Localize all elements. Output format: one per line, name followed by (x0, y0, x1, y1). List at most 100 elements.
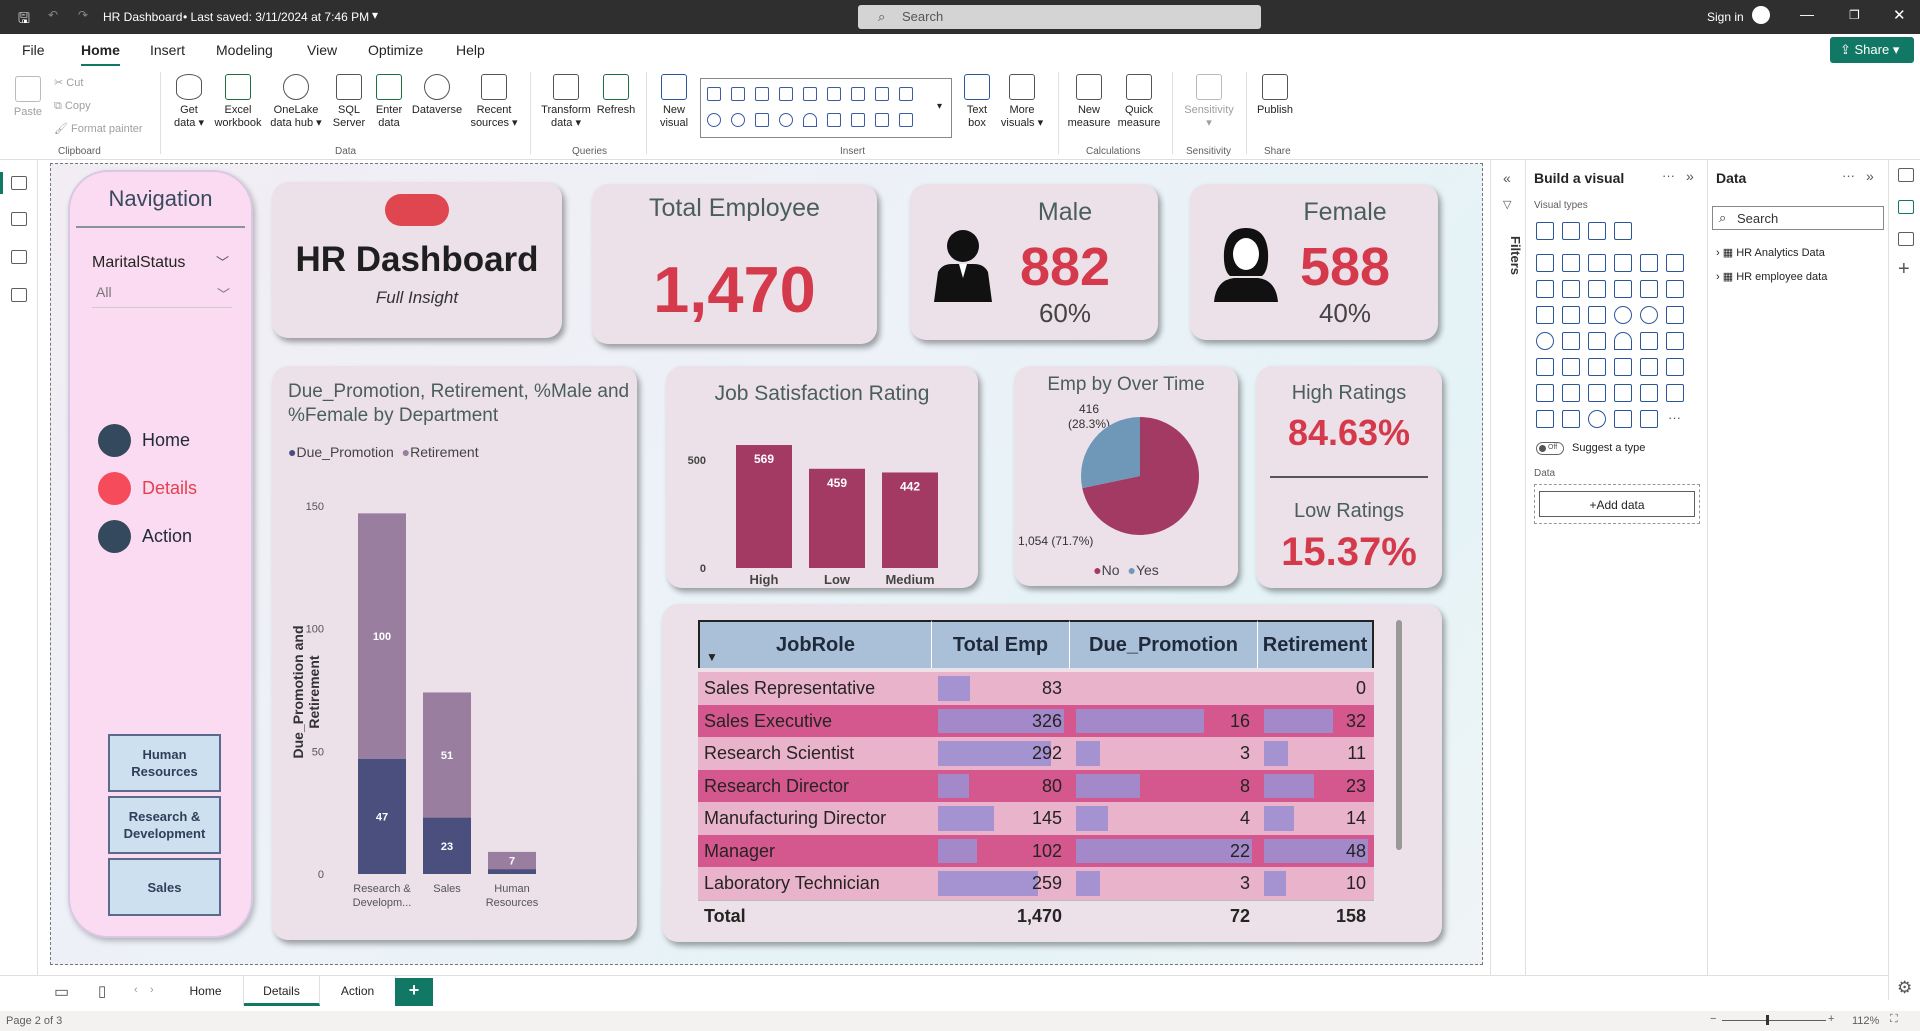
arcgis-map-icon[interactable] (1588, 410, 1606, 428)
redo-icon[interactable]: ↷ (78, 8, 88, 22)
azure-map-icon[interactable] (1588, 332, 1606, 350)
dataverse-button[interactable]: Dataverse (408, 74, 466, 117)
sensitivity-button[interactable]: Sensitivity ▾ (1178, 74, 1240, 130)
menu-view[interactable]: View (307, 42, 337, 58)
action-nav-dot[interactable] (98, 520, 131, 553)
add-data-button[interactable]: +Add data (1539, 491, 1695, 517)
page-tab-details[interactable]: Details (244, 976, 320, 1006)
map-icon[interactable] (1536, 332, 1554, 350)
details-nav-dot[interactable] (98, 472, 131, 505)
funnel-icon[interactable] (1562, 306, 1580, 324)
fit-page-icon[interactable]: ⛶ (1890, 1013, 1898, 1026)
clustered-bar-icon[interactable] (1536, 254, 1554, 272)
stacked-column-icon[interactable] (1562, 222, 1580, 240)
qa-icon[interactable] (1588, 384, 1606, 402)
data-search-input[interactable]: ⌕ Search (1712, 206, 1884, 230)
matrix-icon[interactable] (1614, 358, 1632, 376)
minimize-icon[interactable]: — (1800, 6, 1814, 22)
close-icon[interactable]: ✕ (1893, 6, 1906, 24)
dept-button-hr[interactable]: Human Resources (108, 734, 221, 792)
add-pane-icon[interactable]: + (1898, 258, 1910, 281)
scatter-icon[interactable] (1588, 306, 1606, 324)
copy-button[interactable]: ⧉ Copy (54, 100, 91, 113)
paginated-report-icon[interactable] (1666, 384, 1684, 402)
stacked-bar-icon[interactable] (1640, 254, 1658, 272)
dept-button-sales[interactable]: Sales (108, 858, 221, 916)
card-icon[interactable] (827, 113, 841, 127)
jobrole-table[interactable]: JobRole Total Emp Due_Promotion Retirement ▼… (698, 620, 1374, 934)
clustered-column-icon[interactable] (1562, 254, 1580, 272)
bar-100-icon[interactable] (1588, 254, 1606, 272)
stacked-column-icon[interactable] (1666, 254, 1684, 272)
ribbon-chart-icon[interactable] (1666, 280, 1684, 298)
map-icon[interactable] (779, 113, 793, 127)
line-clustered-icon[interactable] (1640, 280, 1658, 298)
table-visual-icon[interactable] (1588, 358, 1606, 376)
column-100-icon[interactable] (1614, 254, 1632, 272)
menu-file[interactable]: File (22, 42, 45, 58)
bar-100-icon[interactable] (803, 87, 817, 101)
expand-icon[interactable]: » (1866, 168, 1874, 184)
menu-modeling[interactable]: Modeling (216, 42, 273, 58)
page-tab-action[interactable]: Action (320, 976, 396, 1006)
get-data-button[interactable]: Get data ▾ (168, 74, 210, 130)
settings-icon[interactable]: ⚙ (1897, 978, 1912, 998)
nav-action[interactable]: Action (142, 526, 192, 547)
filled-map-icon[interactable] (1562, 332, 1580, 350)
table-header[interactable]: Retirement (1258, 620, 1374, 668)
goals-icon[interactable] (1640, 384, 1658, 402)
menu-home[interactable]: Home (81, 42, 120, 67)
signin-link[interactable]: Sign in (1707, 10, 1744, 24)
new-measure-button[interactable]: New measure (1064, 74, 1114, 130)
quick-measure-button[interactable]: Quick measure (1114, 74, 1164, 130)
zoom-out-icon[interactable]: − (1710, 1013, 1716, 1025)
python-visual-icon[interactable] (1666, 358, 1684, 376)
more-options-icon[interactable]: ··· (1842, 168, 1855, 183)
new-visual-button[interactable]: New visual (654, 74, 694, 130)
undo-icon[interactable]: ↶ (48, 8, 58, 22)
area-chart-icon[interactable] (875, 87, 889, 101)
collapse-icon[interactable]: « (1503, 170, 1511, 186)
stacked-area-icon[interactable] (899, 87, 913, 101)
report-view-icon[interactable] (11, 176, 27, 190)
home-nav-dot[interactable] (98, 424, 131, 457)
sql-server-button[interactable]: SQL Server (328, 74, 370, 130)
table-visual-icon[interactable] (875, 113, 889, 127)
refresh-button[interactable]: Refresh (594, 74, 638, 117)
line-chart-icon[interactable] (1588, 222, 1606, 240)
table-view-icon[interactable] (11, 212, 27, 226)
table-visual-icon[interactable] (1614, 222, 1632, 240)
marital-status-slicer[interactable]: All ﹀ (92, 284, 232, 308)
restore-icon[interactable]: ❐ (1849, 8, 1860, 22)
pie-chart-icon[interactable] (707, 113, 721, 127)
copilot-icon[interactable] (1640, 410, 1658, 428)
more-visuals-icon[interactable]: ··· (1668, 410, 1681, 425)
excel-workbook-button[interactable]: Excel workbook (210, 74, 266, 130)
donut-chart-icon[interactable] (731, 113, 745, 127)
table-header[interactable]: JobRole (698, 620, 932, 668)
power-apps-icon[interactable] (1536, 410, 1554, 428)
treemap-icon[interactable] (1666, 306, 1684, 324)
gauge-icon[interactable] (803, 113, 817, 127)
smart-narrative-icon[interactable] (1614, 384, 1632, 402)
line-column-icon[interactable] (1614, 280, 1632, 298)
expand-icon[interactable]: » (1686, 168, 1694, 184)
multi-row-card-icon[interactable] (851, 113, 865, 127)
format-icon[interactable] (1898, 232, 1914, 246)
paste-button[interactable]: Paste (10, 76, 46, 119)
build-visual-icon[interactable] (1898, 200, 1914, 214)
data-table-item[interactable]: › ▦ HR employee data (1716, 270, 1827, 283)
pie-slice-yes[interactable] (1081, 417, 1140, 489)
key-influencers-icon[interactable] (1536, 384, 1554, 402)
menu-insert[interactable]: Insert (150, 42, 185, 58)
nav-details[interactable]: Details (142, 478, 197, 499)
search-input[interactable]: ⌕ Search (858, 5, 1261, 29)
stacked-bar-icon[interactable] (1536, 222, 1554, 240)
donut-chart-icon[interactable] (1640, 306, 1658, 324)
table-header[interactable]: Due_Promotion (1070, 620, 1258, 668)
more-visuals-button[interactable]: More visuals ▾ (996, 74, 1048, 130)
multi-row-card-icon[interactable] (1666, 332, 1684, 350)
stacked-column-icon[interactable] (731, 87, 745, 101)
table-header[interactable]: Total Emp (932, 620, 1070, 668)
line-chart-icon[interactable] (1536, 280, 1554, 298)
